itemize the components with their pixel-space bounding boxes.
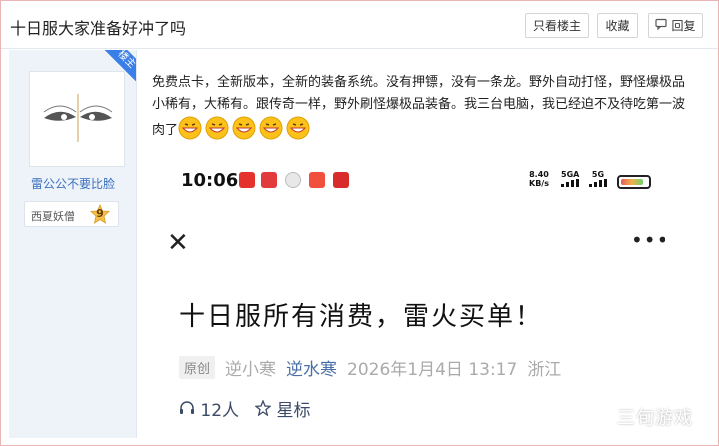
embedded-screenshot[interactable]: 10:06 8.40 KB/s 5GA 5G ✕ ••• 十日服所有消费，雷火买… (165, 162, 665, 438)
only-author-button[interactable]: 只看楼主 (525, 13, 589, 38)
net-speed-unit: KB/s (529, 179, 549, 188)
listeners-count: 12人 (200, 401, 240, 421)
toutiao-app-icon (261, 172, 277, 188)
post-body: 免费点卡，全新版本，全新的装备系统。没有押镖，没有一条龙。野外自动打怪，野怪爆极… (152, 72, 692, 142)
level-number: 9 (96, 207, 104, 220)
only-author-label: 只看楼主 (532, 19, 581, 33)
star-icon (254, 399, 272, 417)
star-label: 星标 (276, 401, 311, 421)
signal-bars-icon (589, 179, 607, 187)
thread-header: 十日服大家准备好冲了吗 只看楼主 收藏 回复 (1, 1, 718, 49)
author-panel: 楼主 雷公公不要比脸 西夏妖僧 9 (9, 50, 137, 438)
settings-app-icon (285, 172, 301, 188)
publish-date: 2026年1月4日 13:17 (347, 359, 518, 380)
avatar-eyes-icon (43, 94, 113, 142)
emoji-row (178, 116, 313, 140)
grinning-emoji-icon (259, 116, 283, 140)
signal-5ga-label: 5GA (561, 170, 580, 179)
article-stats: 12人 星标 (179, 396, 310, 421)
signal-5g: 5G (589, 170, 607, 189)
grinning-emoji-icon (205, 116, 229, 140)
shopping-app-icon (333, 172, 349, 188)
battery-icon (617, 175, 651, 189)
close-icon[interactable]: ✕ (167, 228, 189, 258)
grinning-emoji-icon (286, 116, 310, 140)
level-badge: 9 (90, 204, 110, 224)
signal-5g-label: 5G (591, 170, 605, 179)
listeners-stat[interactable]: 12人 (179, 396, 239, 421)
reply-label: 回复 (671, 19, 696, 33)
star-stat[interactable]: 星标 (254, 396, 311, 421)
favorite-label: 收藏 (605, 19, 630, 33)
favorite-button[interactable]: 收藏 (597, 13, 638, 38)
more-options-icon[interactable]: ••• (631, 228, 665, 252)
article-author: 逆小寒 (225, 359, 277, 380)
news-app-icon (309, 172, 325, 188)
status-time: 10:06 (181, 170, 239, 191)
author-tag-label: 西夏妖僧 (31, 210, 75, 223)
grinning-emoji-icon (178, 116, 202, 140)
signal-5ga: 5GA (561, 170, 579, 189)
author-tag: 西夏妖僧 9 (24, 201, 119, 227)
net-speed: 8.40 KB/s (529, 170, 549, 188)
video-app-icon (239, 172, 255, 188)
watermark: 三旬游戏 (617, 408, 693, 429)
avatar[interactable] (29, 71, 125, 167)
headphones-icon (180, 401, 194, 414)
article-meta: 原创 逆小寒 逆水寒 2026年1月4日 13:17 浙江 (179, 355, 562, 380)
grinning-emoji-icon (232, 116, 256, 140)
account-link[interactable]: 逆水寒 (286, 355, 337, 380)
signal-bars-icon (561, 179, 580, 187)
reply-button[interactable]: 回复 (648, 13, 703, 38)
thread-title: 十日服大家准备好冲了吗 (10, 19, 187, 38)
net-speed-value: 8.40 (529, 170, 549, 179)
author-name[interactable]: 雷公公不要比脸 (9, 175, 136, 192)
reply-icon (655, 18, 668, 33)
article-title: 十日服所有消费，雷火买单！ (179, 302, 544, 332)
publish-location: 浙江 (527, 359, 562, 380)
original-badge: 原创 (179, 355, 216, 379)
